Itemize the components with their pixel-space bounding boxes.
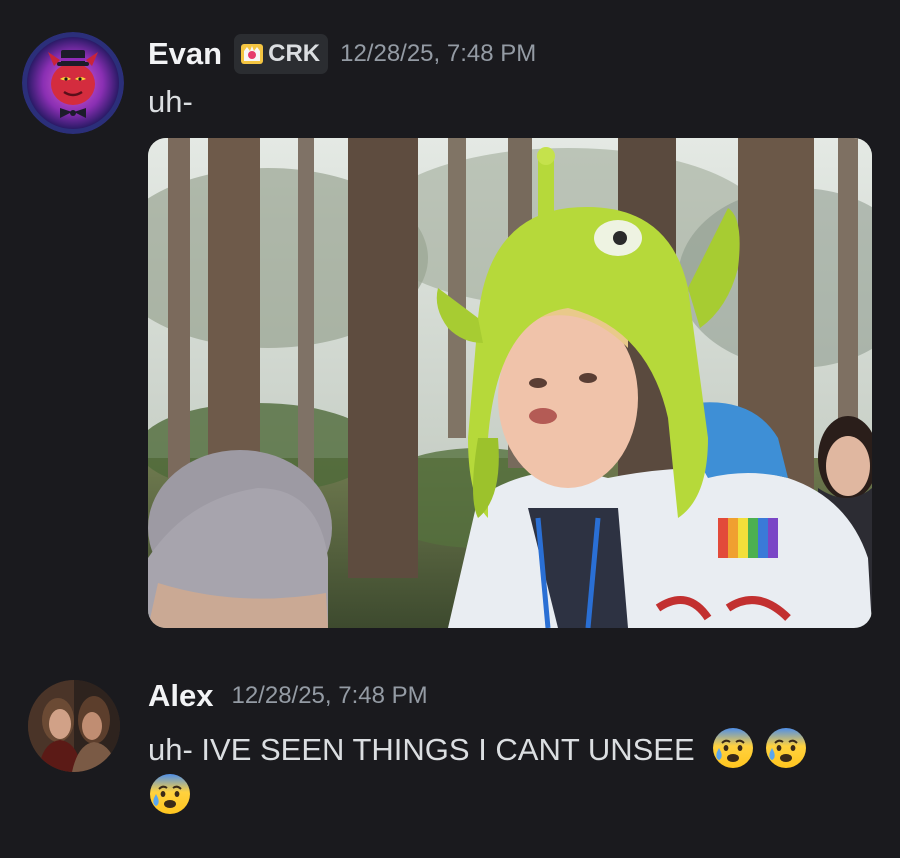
server-tag-badge[interactable]: CRK [234,34,329,74]
message-header: Evan CRK 12/28/25, 7:48 PM [148,32,536,76]
username[interactable]: Alex [148,678,213,714]
message-text: uh- [148,84,193,119]
red-devil-avatar-icon [22,32,124,134]
server-tag-label: CRK [268,40,321,67]
chat-log: Evan CRK 12/28/25, 7:48 PM uh- Alex 12/2… [0,0,900,858]
forest-photo-image [148,138,872,628]
two-people-avatar-icon [28,680,120,772]
username[interactable]: Evan [148,36,222,72]
timestamp[interactable]: 12/28/25, 7:48 PM [231,682,427,710]
timestamp[interactable]: 12/28/25, 7:48 PM [340,40,536,68]
anxious-face-with-sweat-icon[interactable] [711,726,755,778]
avatar-alex[interactable] [28,680,120,772]
anxious-face-with-sweat-icon[interactable] [148,772,192,824]
avatar-evan[interactable] [22,32,124,134]
anxious-face-with-sweat-icon[interactable] [764,726,808,778]
message-text-content: uh- IVE SEEN THINGS I CANT UNSEE [148,732,695,768]
message-text-line2 [148,772,192,824]
image-attachment[interactable] [148,138,872,628]
message-evan: Evan CRK 12/28/25, 7:48 PM uh- [0,0,900,650]
message-alex: Alex 12/28/25, 7:48 PM uh- IVE SEEN THIN… [0,650,900,858]
message-header: Alex 12/28/25, 7:48 PM [148,674,428,718]
message-text: uh- IVE SEEN THINGS I CANT UNSEE [148,726,808,778]
crown-badge-icon [241,44,264,64]
